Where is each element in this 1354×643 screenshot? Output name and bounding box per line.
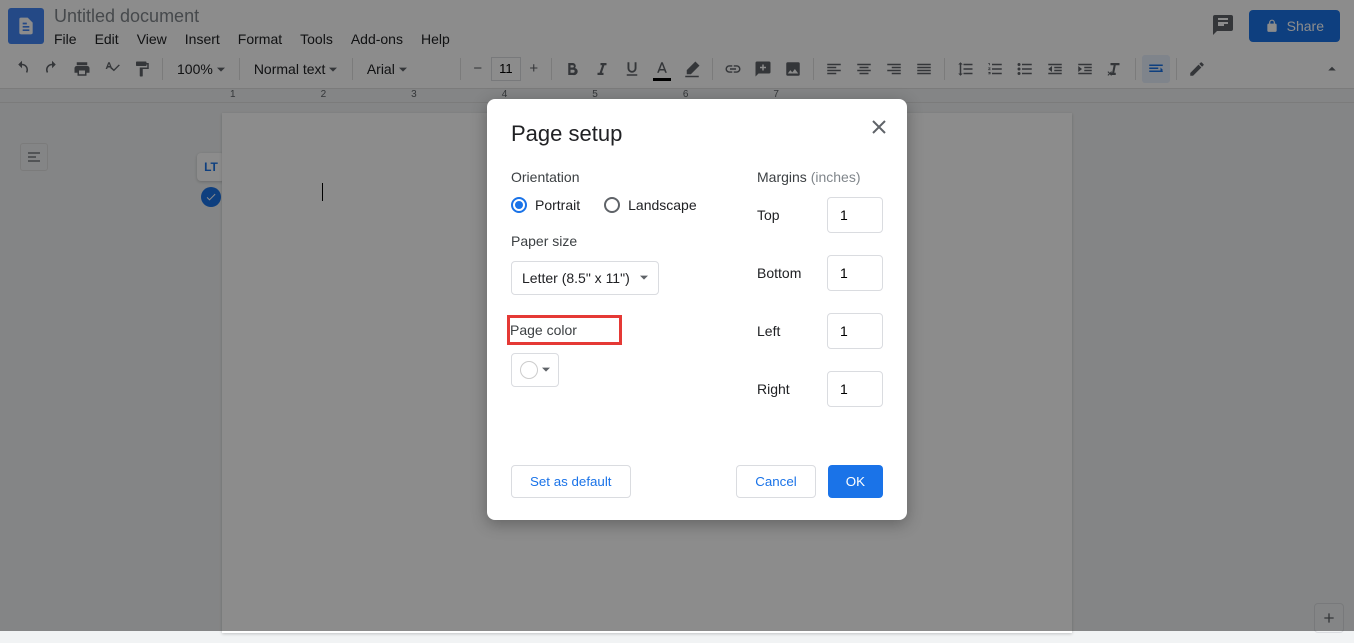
margin-left-label: Left [757, 323, 780, 339]
page-color-select[interactable] [511, 353, 559, 387]
margin-left-input[interactable] [827, 313, 883, 349]
chevron-down-icon [640, 274, 648, 282]
portrait-label: Portrait [535, 197, 580, 213]
cancel-button[interactable]: Cancel [736, 465, 816, 498]
margin-top-label: Top [757, 207, 780, 223]
radio-icon [604, 197, 620, 213]
radio-icon [511, 197, 527, 213]
page-setup-dialog: Page setup Orientation Portrait Landscap… [487, 99, 907, 520]
landscape-label: Landscape [628, 197, 697, 213]
margin-right-label: Right [757, 381, 790, 397]
dialog-title: Page setup [511, 121, 883, 147]
set-default-button[interactable]: Set as default [511, 465, 631, 498]
margins-label: Margins (inches) [757, 169, 883, 185]
margin-right-input[interactable] [827, 371, 883, 407]
page-color-label: Page color [510, 322, 577, 338]
landscape-radio[interactable]: Landscape [604, 197, 697, 213]
close-icon [872, 120, 886, 134]
paper-size-value: Letter (8.5" x 11") [522, 270, 630, 286]
paper-size-label: Paper size [511, 233, 733, 249]
portrait-radio[interactable]: Portrait [511, 197, 580, 213]
margin-top-input[interactable] [827, 197, 883, 233]
orientation-label: Orientation [511, 169, 733, 185]
ok-button[interactable]: OK [828, 465, 883, 498]
margin-bottom-input[interactable] [827, 255, 883, 291]
paper-size-select[interactable]: Letter (8.5" x 11") [511, 261, 659, 295]
chevron-down-icon [542, 366, 550, 374]
margin-bottom-label: Bottom [757, 265, 801, 281]
color-swatch-icon [520, 361, 538, 379]
close-button[interactable] [869, 117, 889, 137]
